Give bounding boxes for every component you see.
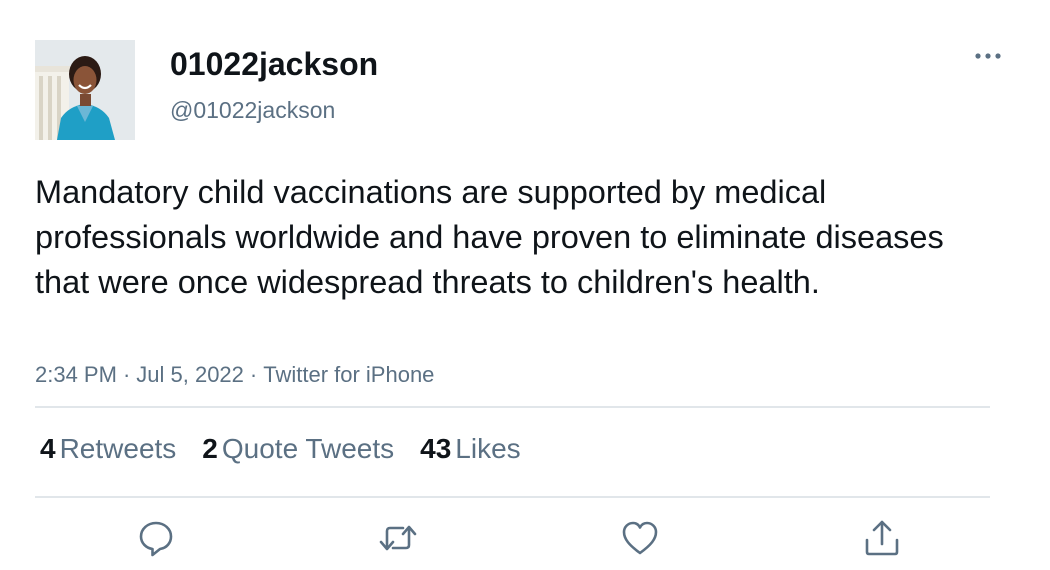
separator: · (249, 362, 258, 387)
tweet-detail: 01022jackson @01022jackson Mandatory chi… (0, 0, 1050, 570)
like-button[interactable] (620, 518, 660, 558)
separator: · (122, 362, 131, 387)
retweet-icon (379, 525, 417, 551)
tweet-time[interactable]: 2:34 PM (35, 362, 117, 387)
tweet-source[interactable]: Twitter for iPhone (263, 362, 434, 387)
tweet-metadata: 2:34 PM · Jul 5, 2022 · Twitter for iPhone (35, 360, 434, 390)
likes-stat[interactable]: 43 Likes (420, 430, 521, 468)
quote-tweets-label: Quote Tweets (221, 433, 395, 464)
more-dots-icon (975, 53, 1001, 59)
divider (35, 406, 990, 408)
quote-tweets-stat[interactable]: 2 Quote Tweets (202, 430, 394, 468)
share-icon (865, 520, 899, 556)
retweets-label: Retweets (59, 433, 177, 464)
reply-button[interactable] (136, 518, 176, 558)
share-button[interactable] (862, 518, 902, 558)
tweet-date[interactable]: Jul 5, 2022 (136, 362, 244, 387)
more-options-button[interactable] (970, 44, 1006, 68)
likes-count: 43 (420, 433, 452, 464)
retweets-count: 4 (40, 433, 56, 464)
user-handle[interactable]: @01022jackson (170, 96, 335, 124)
retweet-button[interactable] (378, 518, 418, 558)
avatar[interactable] (35, 40, 135, 140)
engagement-stats: 4 Retweets 2 Quote Tweets 43 Likes (40, 430, 547, 468)
heart-icon (622, 521, 658, 555)
quote-tweets-count: 2 (202, 433, 218, 464)
reply-icon (139, 521, 173, 557)
divider (35, 496, 990, 498)
likes-label: Likes (455, 433, 521, 464)
tweet-text: Mandatory child vaccinations are support… (35, 174, 944, 300)
display-name[interactable]: 01022jackson (170, 44, 378, 84)
retweets-stat[interactable]: 4 Retweets (40, 430, 176, 468)
